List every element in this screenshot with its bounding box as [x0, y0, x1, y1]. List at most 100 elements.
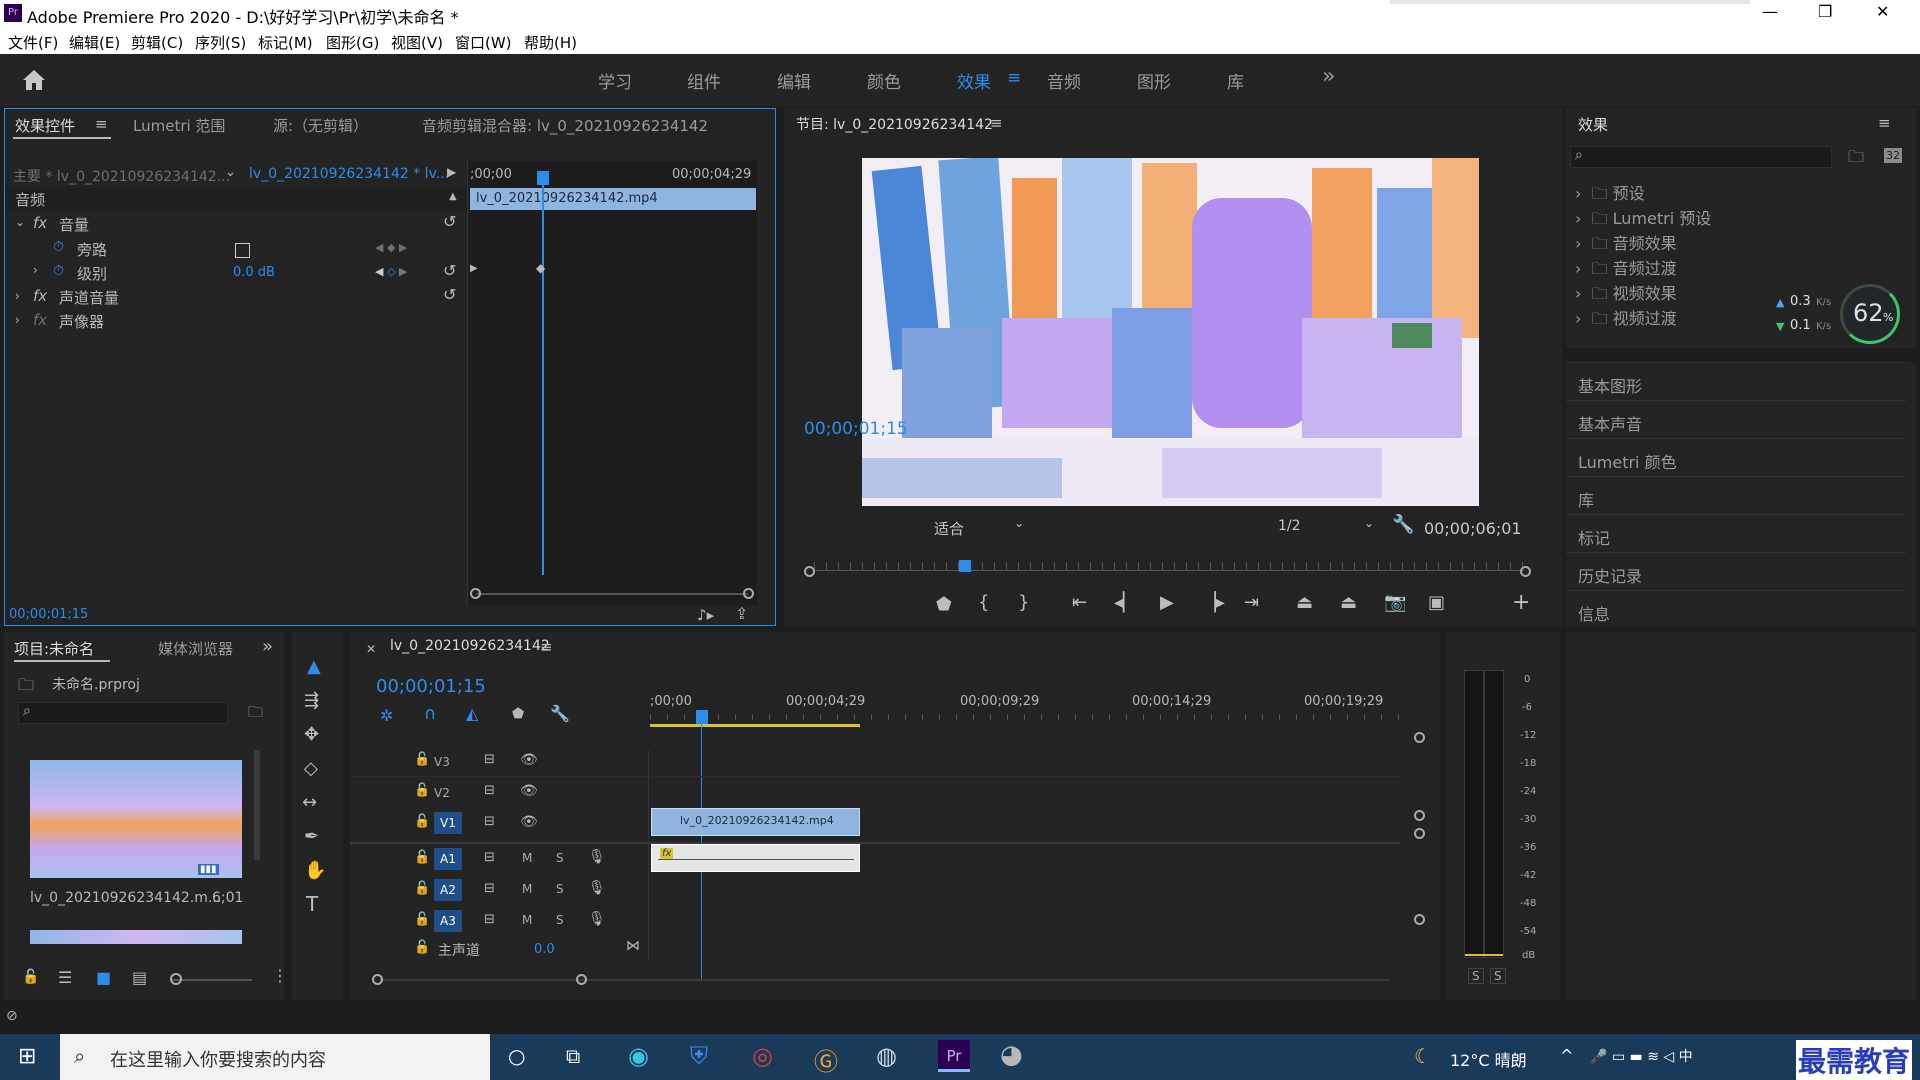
panel-menu-icon[interactable]: ≡ [1878, 114, 1891, 132]
network-speed-widget[interactable]: ▲ 0.3 K/s ▼ 0.1 K/s 62 % [1766, 284, 1900, 352]
expand-chevron-icon[interactable]: ⌄ [15, 215, 25, 229]
steam-icon[interactable]: ◍ [876, 1042, 897, 1070]
mute-button[interactable]: M [522, 851, 532, 865]
folder-video-effects[interactable]: › 🗀 视频效果 [1575, 280, 1677, 305]
section-essential-graphics[interactable]: 基本图形 [1578, 373, 1642, 397]
stopwatch-icon[interactable]: ⏱ [53, 239, 64, 255]
go-to-in-icon[interactable]: ⇤ [1072, 592, 1087, 613]
microphone-icon[interactable]: 🎙 [588, 880, 606, 896]
menu-marker[interactable]: 标记(M) [258, 32, 313, 53]
mark-in-icon[interactable]: { [978, 592, 989, 613]
menu-clip[interactable]: 剪辑(C) [131, 32, 183, 53]
edge-icon[interactable]: ◉ [628, 1042, 649, 1070]
section-lumetri-color[interactable]: Lumetri 颜色 [1578, 449, 1677, 473]
mute-button[interactable]: M [522, 913, 532, 927]
meter-solo-left[interactable]: S [1468, 968, 1484, 984]
snap-icon[interactable]: ✲ [380, 706, 393, 725]
panel-menu-icon[interactable]: ≡ [540, 638, 553, 656]
maximize-button[interactable]: ❐ [1818, 2, 1832, 21]
go-to-end-icon[interactable]: ⋈ [626, 938, 640, 954]
thumbnail-size-slider[interactable] [172, 979, 252, 981]
ec-playhead-handle[interactable] [537, 171, 549, 185]
solo-button[interactable]: S [556, 913, 564, 927]
add-marker-icon[interactable]: ⬟ [512, 706, 524, 722]
tray-icons[interactable]: 🎤 ▭ ▬ ≋ ◁ 中 [1590, 1046, 1693, 1066]
eye-icon[interactable]: 👁 [520, 814, 538, 830]
expand-right-chevron-icon-3[interactable]: › [15, 313, 20, 327]
resolution-dropdown[interactable]: 1/2 ⌄ [1278, 516, 1378, 540]
workspace-assembly[interactable]: 组件 [687, 68, 721, 93]
solo-button[interactable]: S [556, 851, 564, 865]
ripple-edit-tool-icon[interactable]: ✥ [304, 724, 319, 745]
tab-media-browser[interactable]: 媒体浏览器 [158, 638, 233, 659]
project-scrollbar[interactable] [254, 750, 260, 860]
comparison-view-icon[interactable]: ▣ [1428, 592, 1445, 613]
export-icon[interactable]: ⇪ [735, 604, 748, 623]
program-scrub-bar[interactable] [804, 558, 1534, 578]
level-value[interactable]: 0.0 dB [233, 265, 275, 280]
menu-graphics[interactable]: 图形(G) [326, 32, 379, 53]
master-clip-label[interactable]: 主要 * lv_0_20210926234142... [13, 166, 230, 186]
go-to-out-icon[interactable]: ⇥ [1244, 592, 1259, 613]
menu-window[interactable]: 窗口(W) [455, 32, 512, 53]
track-label-v3[interactable]: V3 [434, 755, 450, 769]
timeline-zoom-scrollbar[interactable] [380, 979, 1390, 981]
insert-sequence-icon[interactable]: ◭ [466, 704, 478, 723]
sync-lock-icon[interactable]: ⊟ [484, 881, 495, 896]
timeline-ruler[interactable]: ;00;00 00;00;04;29 00;00;09;29 00;00;14;… [650, 692, 1410, 736]
track-select-tool-icon[interactable]: ⇶ [304, 690, 319, 711]
lock-icon[interactable]: 🔓 [414, 912, 430, 927]
more-tabs-icon[interactable]: » [262, 636, 273, 657]
sync-lock-icon[interactable]: ⊟ [484, 783, 495, 798]
export-audio-icon[interactable]: ♪▸ [697, 606, 714, 624]
timeline-timecode[interactable]: 00;00;01;15 [376, 676, 486, 697]
tab-menu-icon[interactable]: ≡ [95, 115, 108, 133]
step-forward-icon[interactable]: ▕▸ [1202, 592, 1225, 613]
zoom-handle-right[interactable] [1520, 566, 1531, 577]
clip-selector[interactable]: lv_0_20210926234142 * lv... [249, 166, 449, 182]
cortana-icon[interactable]: ○ [508, 1044, 525, 1068]
workspace-audio[interactable]: 音频 [1047, 68, 1081, 93]
pen-tool-icon[interactable]: ✒ [304, 826, 319, 847]
windows-start-icon[interactable]: ⊞ [18, 1044, 36, 1069]
premiere-taskbar-icon[interactable]: Pr [938, 1040, 970, 1072]
workspace-libraries[interactable]: 库 [1227, 68, 1244, 93]
status-icon[interactable]: ⊘ [6, 1008, 18, 1024]
master-value[interactable]: 0.0 [534, 942, 555, 957]
sync-lock-icon[interactable]: ⊟ [484, 752, 495, 767]
menu-help[interactable]: 帮助(H) [524, 32, 577, 53]
section-libraries[interactable]: 库 [1578, 487, 1594, 511]
workspace-more-button[interactable]: » [1322, 64, 1335, 89]
reset-icon[interactable]: ↺ [443, 212, 456, 231]
taskbar-search-box[interactable]: ⌕ 在这里输入你要搜索的内容 [60, 1034, 490, 1080]
task-view-icon[interactable]: ⧉ [566, 1044, 580, 1068]
slip-tool-icon[interactable]: ↔ [302, 792, 317, 813]
section-markers[interactable]: 标记 [1578, 525, 1610, 549]
v-scroll-handle[interactable] [1414, 828, 1425, 839]
security-shield-icon[interactable]: ⛨ [690, 1042, 708, 1070]
add-button-icon[interactable]: + [1512, 590, 1530, 615]
ec-timecode[interactable]: 00;00;01;15 [9, 607, 88, 622]
track-label-v1[interactable]: V1 [434, 812, 462, 834]
workspace-menu-icon[interactable]: ≡ [1007, 68, 1021, 88]
lock-icon[interactable]: 🔓 [414, 783, 430, 798]
minimize-button[interactable]: — [1762, 2, 1778, 21]
sync-lock-icon[interactable]: ⊟ [484, 814, 495, 829]
ec-zoom-scrollbar[interactable] [476, 593, 748, 595]
reset-icon-2[interactable]: ↺ [443, 261, 456, 280]
timeline-playhead-handle[interactable] [696, 710, 708, 724]
timeline-audio-clip[interactable]: fx [651, 844, 860, 872]
mute-button[interactable]: M [522, 882, 532, 896]
tab-effect-controls[interactable]: 效果控件 [15, 115, 75, 136]
new-search-bin-icon[interactable]: 🗀 [248, 702, 263, 727]
v-scroll-handle[interactable] [1414, 732, 1425, 743]
track-label-a2[interactable]: A2 [434, 879, 462, 901]
fx-badge-3[interactable]: fx [33, 311, 47, 329]
fx-badge-2[interactable]: fx [33, 287, 47, 305]
netease-music-icon[interactable]: ◎ [752, 1042, 773, 1070]
scroll-up-icon[interactable]: ▲ [449, 191, 457, 202]
meter-solo-right[interactable]: S [1490, 968, 1506, 984]
type-tool-icon[interactable]: T [306, 892, 318, 916]
ec-zoom-handle-right[interactable] [743, 588, 754, 599]
workspace-color[interactable]: 颜色 [867, 68, 901, 93]
